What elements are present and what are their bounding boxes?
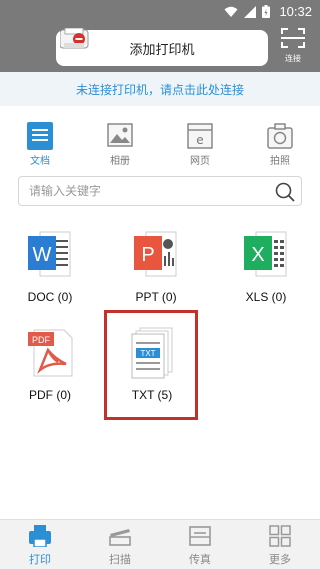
svg-text:e: e: [196, 133, 203, 147]
connect-label: 连接: [285, 54, 301, 63]
pdf-icon: PDF: [28, 329, 73, 377]
bottom-nav: 打印 扫描 传真 更多: [0, 519, 320, 569]
tab-webpage-label: 网页: [190, 156, 210, 167]
tab-photo-album-label: 相册: [110, 156, 130, 167]
tab-webpage[interactable]: e 网页: [170, 120, 230, 170]
svg-text:W: W: [33, 244, 52, 266]
file-type-xls[interactable]: X XLS (0): [226, 228, 306, 308]
battery-icon: [262, 5, 270, 18]
fax-icon: [189, 526, 211, 546]
file-type-ppt[interactable]: P PPT (0): [116, 228, 196, 308]
camera-icon: [267, 123, 293, 149]
search-input[interactable]: [29, 182, 259, 200]
webpage-icon: e: [187, 123, 213, 149]
svg-text:P: P: [141, 244, 154, 266]
connect-printer-notice[interactable]: 未连接打印机，请点击此处连接: [0, 72, 320, 106]
status-bar: 10:32: [0, 0, 320, 24]
search-icon[interactable]: [275, 182, 295, 202]
qr-scan-icon: [281, 28, 305, 48]
nav-more[interactable]: 更多: [250, 520, 310, 569]
nav-scan-label: 扫描: [109, 553, 131, 566]
tab-photo-album[interactable]: 相册: [90, 120, 150, 170]
status-time: 10:32: [279, 4, 312, 19]
photo-album-icon: [107, 123, 133, 147]
top-bar: 添加打印机 连接: [0, 24, 320, 72]
printer-icon: [60, 28, 89, 49]
search-box: [18, 176, 302, 206]
ppt-icon: P: [134, 231, 177, 277]
document-icon: [27, 122, 53, 150]
file-type-doc[interactable]: W DOC (0): [10, 228, 90, 308]
excel-icon: X: [244, 231, 287, 277]
print-icon: [29, 525, 51, 547]
connect-scan-button[interactable]: 连接: [278, 28, 308, 68]
nav-print-label: 打印: [29, 553, 51, 566]
word-doc-icon: W: [28, 231, 71, 277]
nav-print[interactable]: 打印: [10, 520, 70, 569]
svg-text:PDF: PDF: [32, 335, 51, 345]
tab-camera-label: 拍照: [270, 156, 290, 167]
scan-icon: [109, 529, 131, 546]
notice-text: 未连接打印机，请点击此处连接: [75, 83, 244, 97]
source-tabs: 文档 相册 e 网页 拍照: [0, 120, 320, 170]
tab-document[interactable]: 文档: [10, 120, 70, 170]
tab-document-label: 文档: [30, 156, 50, 167]
nav-fax[interactable]: 传真: [170, 520, 230, 569]
file-type-ppt-label: PPT (0): [135, 290, 177, 304]
txt-highlight-frame: [104, 310, 198, 420]
svg-text:X: X: [251, 244, 264, 266]
file-type-doc-label: DOC (0): [27, 290, 73, 304]
wifi-icon: [224, 6, 238, 17]
file-type-pdf-label: PDF (0): [29, 388, 71, 402]
nav-scan[interactable]: 扫描: [90, 520, 150, 569]
file-type-pdf[interactable]: PDF PDF (0): [10, 326, 90, 406]
nav-fax-label: 传真: [189, 553, 211, 566]
nav-more-label: 更多: [269, 553, 291, 566]
status-icons: [224, 5, 270, 18]
tab-camera[interactable]: 拍照: [250, 120, 310, 170]
file-type-xls-label: XLS (0): [245, 290, 287, 304]
signal-icon: [244, 5, 256, 18]
more-grid-icon: [269, 525, 291, 547]
